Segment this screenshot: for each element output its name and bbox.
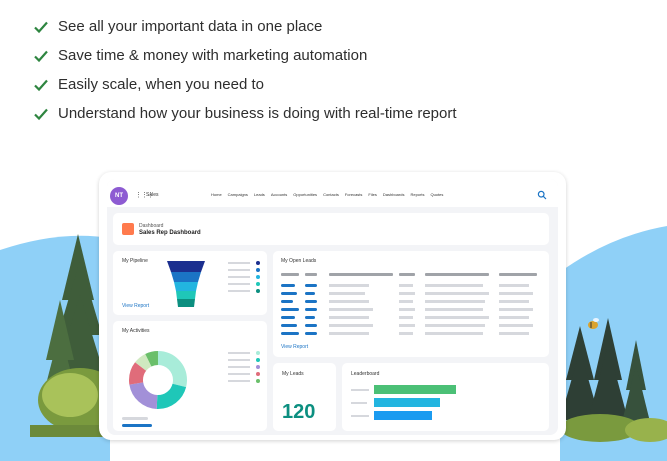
nav-item-dashboards[interactable]: Dashboards <box>383 192 405 197</box>
activities-placeholder-line <box>122 417 148 420</box>
search-icon[interactable] <box>537 190 547 200</box>
nav-item-home[interactable]: Home <box>211 192 222 197</box>
top-nav-bar: NT ⋮⋮⋮ Sales Home Campaigns Leads Accoun… <box>107 179 558 207</box>
checkmark-icon <box>34 108 48 120</box>
dashboard-label: Dashboard <box>139 223 164 229</box>
checkmark-icon <box>34 21 48 33</box>
nav-item-leads[interactable]: Leads <box>254 192 265 197</box>
donut-chart-icon <box>129 351 187 409</box>
leaderboard-bars <box>351 385 456 420</box>
pipeline-legend <box>228 261 260 293</box>
feature-text: Save time & money with marketing automat… <box>58 47 368 64</box>
feature-text: Understand how your business is doing wi… <box>58 105 457 122</box>
activities-legend <box>228 351 260 383</box>
pipeline-title: My Pipeline <box>122 258 148 264</box>
feature-item: Understand how your business is doing wi… <box>32 99 457 128</box>
activities-link-line[interactable] <box>122 424 152 427</box>
nav-item-contacts[interactable]: Contacts <box>323 192 339 197</box>
activities-panel: My Activities <box>113 321 267 431</box>
nav-item-opportunities[interactable]: Opportunities <box>293 192 317 197</box>
open-leads-panel: My Open Leads View Report <box>273 251 549 357</box>
nav-item-files[interactable]: Files <box>368 192 376 197</box>
dashboard-screen: NT ⋮⋮⋮ Sales Home Campaigns Leads Accoun… <box>107 179 558 435</box>
nav-tabs: Home Campaigns Leads Accounts Opportunit… <box>211 192 443 197</box>
app-name: Sales <box>146 192 159 198</box>
bush-left-light-icon <box>42 373 98 417</box>
open-leads-view-report-link[interactable]: View Report <box>281 344 308 350</box>
dashboard-title: Sales Rep Dashboard <box>139 230 201 236</box>
feature-text: Easily scale, when you need to <box>58 76 264 93</box>
pipeline-view-report-link[interactable]: View Report <box>122 303 149 309</box>
avatar[interactable]: NT <box>110 187 128 205</box>
feature-list: See all your important data in one place… <box>32 12 457 128</box>
nav-item-reports[interactable]: Reports <box>410 192 424 197</box>
feature-item: Save time & money with marketing automat… <box>32 41 457 70</box>
dashboard-icon <box>122 223 134 235</box>
feature-item: Easily scale, when you need to <box>32 70 457 99</box>
dashboard-header: Dashboard Sales Rep Dashboard <box>113 213 549 245</box>
checkmark-icon <box>34 50 48 62</box>
nav-item-campaigns[interactable]: Campaigns <box>228 192 248 197</box>
nav-item-quotes[interactable]: Quotes <box>430 192 443 197</box>
leads-count-panel: My Leads 120 <box>273 363 336 431</box>
leaderboard-panel: Leaderboard <box>342 363 549 431</box>
open-leads-table <box>281 273 537 335</box>
checkmark-icon <box>34 79 48 91</box>
leads-count-title: My Leads <box>282 371 304 377</box>
open-leads-title: My Open Leads <box>281 258 317 264</box>
feature-text: See all your important data in one place <box>58 18 323 35</box>
funnel-chart-icon <box>167 261 205 307</box>
nav-item-accounts[interactable]: Accounts <box>271 192 287 197</box>
feature-item: See all your important data in one place <box>32 12 457 41</box>
pipeline-panel: My Pipeline View Report <box>113 251 267 315</box>
leads-count-value: 120 <box>282 401 316 423</box>
activities-title: My Activities <box>122 328 150 334</box>
leaderboard-title: Leaderboard <box>351 371 380 377</box>
nav-item-forecasts[interactable]: Forecasts <box>345 192 363 197</box>
